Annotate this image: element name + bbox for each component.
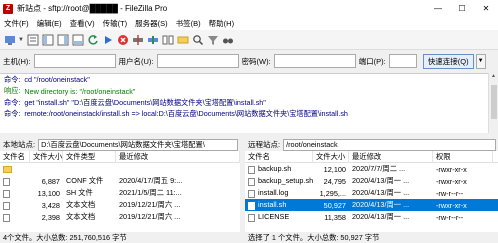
log-line: 命令: remote:/root/oneinstack/install.sh =… [4, 109, 348, 119]
close-button[interactable]: ✕ [474, 0, 498, 17]
file-icon [3, 189, 10, 198]
remote-address-bar: 远程站点: /root/oneinstack [245, 138, 498, 151]
log-line: 命令: cd "/root/oneinstack" [4, 74, 90, 85]
local-site-label: 本地站点: [3, 140, 36, 149]
password-label: 密码(W): [241, 56, 271, 66]
local-status-bar: 4个文件。大小总数: 251,760,516 字节 [0, 232, 240, 243]
remote-path-input[interactable]: /root/oneinstack [283, 138, 496, 151]
log-scrollbar[interactable]: ▲ [488, 73, 498, 133]
remote-file-list-header: 文件名 文件大小 最近修改 权限 [245, 150, 498, 163]
table-row[interactable]: LICENSE 11,358 2020/4/13/周一 ... -rw-r--r… [245, 211, 498, 223]
column-permissions[interactable]: 权限 [433, 150, 493, 163]
column-modified[interactable]: 最近修改 [116, 150, 240, 163]
file-icon [3, 201, 10, 210]
quickconnect-button[interactable]: 快速连接(Q) [422, 53, 474, 69]
column-filesize[interactable]: 文件大小 [30, 150, 63, 163]
site-manager-icon[interactable] [3, 33, 16, 46]
file-icon [248, 189, 255, 198]
log-line: 命令: get "install.sh" "D:\百度云盘\Documents\… [4, 97, 266, 107]
column-filename[interactable]: 文件名 [245, 150, 313, 163]
quickconnect-bar: 主机(H): 用户名(U): 密码(W): 端口(P): 快速连接(Q) ▼ [0, 51, 498, 71]
column-filetype[interactable]: 文件类型 [63, 150, 116, 163]
local-path-input[interactable]: D:\百度云盘\Documents\网站数据文件夹\宝塔配置\ [38, 138, 238, 151]
menu-bar: 文件(F) 编辑(E) 查看(V) 传输(T) 服务器(S) 书签(B) 帮助(… [0, 17, 498, 30]
menu-transfer[interactable]: 传输(T) [99, 18, 132, 29]
cancel-operation-icon[interactable] [116, 33, 129, 46]
disconnect-icon[interactable] [131, 33, 144, 46]
filter-icon[interactable] [206, 33, 219, 46]
remote-site-label: 远程站点: [248, 140, 281, 149]
file-icon [248, 165, 255, 174]
table-row-selected[interactable]: install.sh 50,927 2020/4/13/周一 ... -rwxr… [245, 199, 498, 211]
file-icon [248, 177, 255, 186]
file-icon [248, 201, 255, 210]
remote-pane: 远程站点: /root/oneinstack 文件名 文件大小 最近修改 权限 … [245, 138, 498, 243]
sync-browsing-icon[interactable] [176, 33, 189, 46]
column-modified[interactable]: 最近修改 [349, 150, 433, 163]
local-address-bar: 本地站点: D:\百度云盘\Documents\网站数据文件夹\宝塔配置\ [0, 138, 240, 151]
binoculars-icon[interactable] [221, 33, 234, 46]
maximize-button[interactable]: ☐ [450, 0, 474, 17]
toggle-queue-icon[interactable] [71, 33, 84, 46]
table-row[interactable]: backup.sh 12,100 2020/7/7/周二 ... -rwxr-x… [245, 163, 498, 175]
table-row[interactable]: 6,887 CONF 文件 2020/4/17/周五 9:... [0, 175, 240, 187]
host-input[interactable] [33, 54, 116, 68]
menu-view[interactable]: 查看(V) [66, 18, 99, 29]
file-icon [3, 213, 10, 222]
host-label: 主机(H): [3, 56, 31, 66]
table-row[interactable]: backup_setup.sh 24,795 2020/4/13/周一 ... … [245, 175, 498, 187]
window-title: 新站点 - sftp://root@█████ - FileZilla Pro [17, 4, 168, 13]
title-bar: Z 新站点 - sftp://root@█████ - FileZilla Pr… [0, 0, 498, 17]
scroll-up-icon[interactable]: ▲ [489, 73, 498, 81]
table-row[interactable]: 3,428 文本文档 2019/12/21/周六 ... [0, 199, 240, 211]
table-row[interactable]: install.log 1,295,... 2020/4/13/周一 ... -… [245, 187, 498, 199]
table-row[interactable]: 13,100 SH 文件 2021/1/5/周二 11:... [0, 187, 240, 199]
menu-edit[interactable]: 编辑(E) [33, 18, 66, 29]
process-queue-icon[interactable] [101, 33, 114, 46]
table-row[interactable]: 2,398 文本文档 2019/12/21/周六 ... [0, 211, 240, 223]
log-line: 响应: New directory is: "/root/oneinstack" [4, 86, 136, 96]
port-label: 端口(P): [358, 56, 386, 66]
menu-server[interactable]: 服务器(S) [131, 18, 172, 29]
directory-compare-icon[interactable] [161, 33, 174, 46]
filezilla-app-icon: Z [3, 3, 13, 14]
menu-bookmarks[interactable]: 书签(B) [172, 18, 205, 29]
search-icon[interactable] [191, 33, 204, 46]
toggle-remote-tree-icon[interactable] [56, 33, 69, 46]
file-icon [3, 177, 10, 186]
chevron-down-icon[interactable]: ▼ [475, 53, 486, 69]
table-row[interactable] [0, 163, 240, 175]
message-log[interactable]: 命令: cd "/root/oneinstack" 响应: New direct… [0, 73, 488, 133]
refresh-icon[interactable] [86, 33, 99, 46]
menu-help[interactable]: 帮助(H) [205, 18, 238, 29]
username-label: 用户名(U): [118, 56, 154, 66]
port-input[interactable] [388, 54, 417, 68]
toolbar: ▼ [0, 30, 498, 50]
toggle-local-tree-icon[interactable] [41, 33, 54, 46]
remote-status-bar: 选择了 1 个文件。大小总数: 50,927 字节 [245, 232, 498, 243]
column-filesize[interactable]: 文件大小 [313, 150, 349, 163]
minimize-button[interactable]: — [426, 0, 450, 17]
reconnect-icon[interactable] [146, 33, 159, 46]
local-file-list-header: 文件名 文件大小 文件类型 最近修改 [0, 150, 240, 163]
column-filename[interactable]: 文件名 [0, 150, 30, 163]
file-icon [248, 213, 255, 222]
toggle-log-icon[interactable] [26, 33, 39, 46]
scrollbar-thumb[interactable] [491, 85, 497, 119]
username-input[interactable] [156, 54, 239, 68]
menu-file[interactable]: 文件(F) [0, 18, 33, 29]
folder-icon [3, 166, 12, 174]
password-input[interactable] [273, 54, 356, 68]
local-pane: 本地站点: D:\百度云盘\Documents\网站数据文件夹\宝塔配置\ 文件… [0, 138, 240, 243]
chevron-down-icon[interactable]: ▼ [18, 33, 24, 46]
